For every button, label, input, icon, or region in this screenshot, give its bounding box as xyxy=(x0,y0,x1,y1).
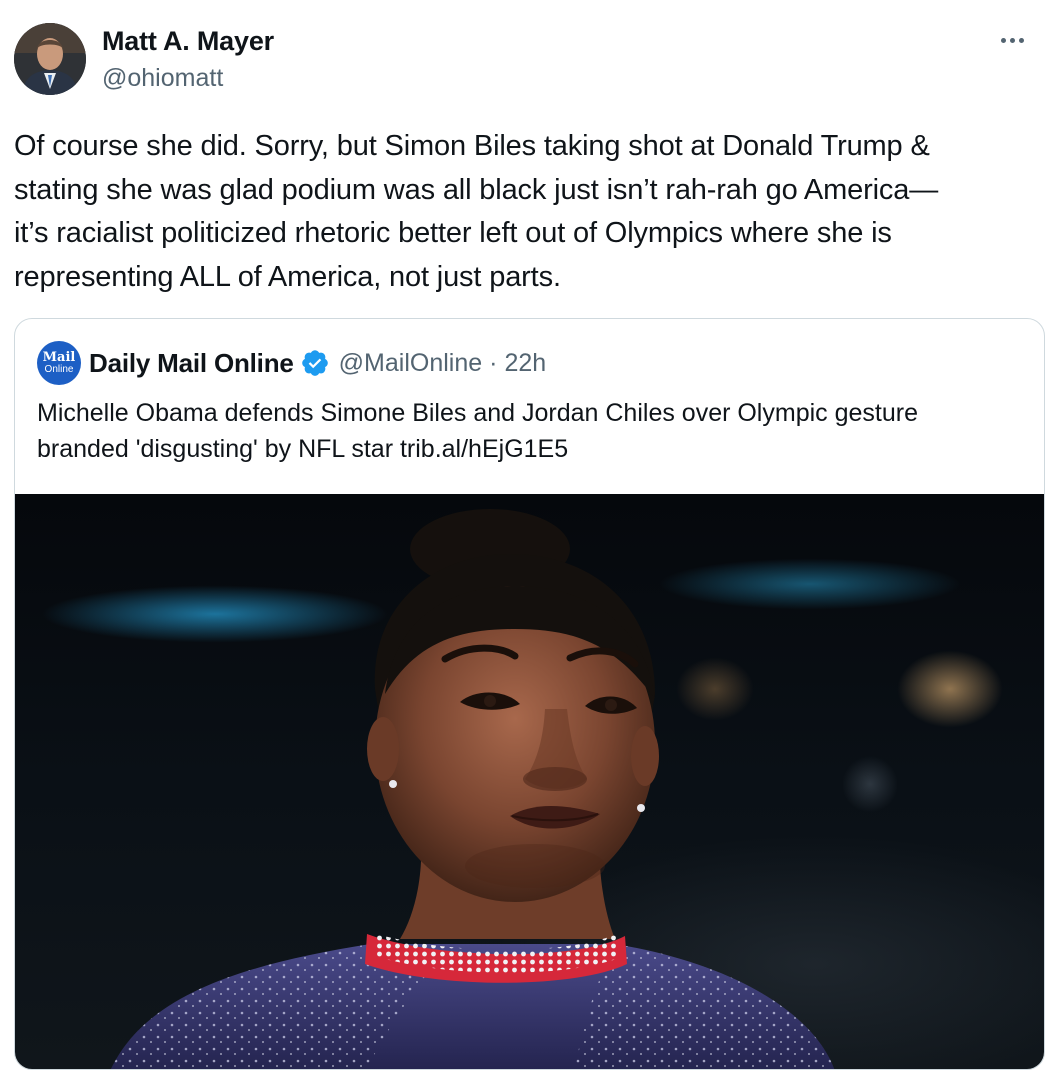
more-dots-icon xyxy=(1000,37,1006,43)
quoted-tweet-image[interactable] xyxy=(15,494,1044,1069)
quoted-author-handle[interactable]: @MailOnline xyxy=(339,349,482,378)
tweet-text: Of course she did. Sorry, but Simon Bile… xyxy=(14,130,939,293)
quoted-tweet[interactable]: Mail Online Daily Mail Online @MailOnlin… xyxy=(14,318,1045,1070)
more-dots-icon xyxy=(1018,37,1024,43)
avatar-photo xyxy=(14,23,86,95)
mail-logo-text: Mail xyxy=(42,349,76,365)
author-display-name[interactable]: Matt A. Mayer xyxy=(102,26,274,57)
quoted-author-name[interactable]: Daily Mail Online xyxy=(89,348,294,379)
mail-logo-subtext: Online xyxy=(44,363,74,375)
quoted-tweet-header: Mail Online Daily Mail Online @MailOnlin… xyxy=(37,341,546,385)
meta-separator: · xyxy=(489,348,498,377)
author-avatar[interactable] xyxy=(14,23,86,95)
quoted-tweet-text: Michelle Obama defends Simone Biles and … xyxy=(37,399,918,463)
author-handle[interactable]: @ohiomatt xyxy=(102,64,223,93)
athlete-photo xyxy=(111,509,835,1069)
more-dots-icon xyxy=(1009,37,1015,43)
verified-badge-icon xyxy=(301,350,328,376)
quoted-author-avatar[interactable]: Mail Online xyxy=(37,341,81,385)
more-options-button[interactable] xyxy=(994,28,1030,52)
quoted-tweet-time[interactable]: 22h xyxy=(504,349,546,378)
